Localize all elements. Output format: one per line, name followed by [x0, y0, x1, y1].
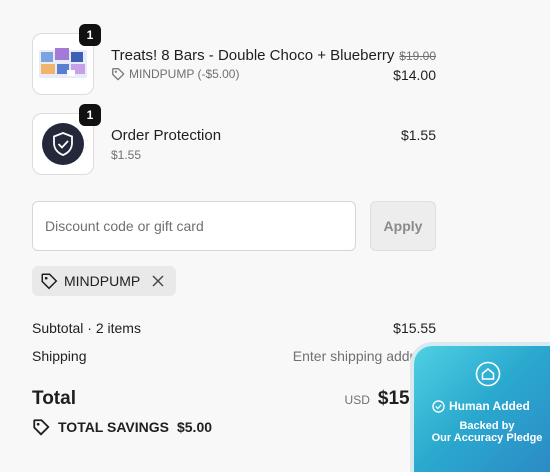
shipping-row: Shipping Enter shipping address [32, 348, 436, 364]
tag-icon [112, 68, 125, 81]
tag-icon [41, 273, 58, 290]
total-savings: TOTAL SAVINGS $5.00 [32, 418, 212, 436]
currency-label: USD [344, 393, 370, 407]
item-sub-price: $1.55 [111, 148, 142, 162]
item-name: Treats! 8 Bars - Double Choco + Blueberr… [111, 47, 395, 64]
total-row: Total USD $15.55 [32, 388, 436, 410]
accuracy-pledge-badge[interactable]: Human Added Backed by Our Accuracy Pledg… [410, 342, 550, 472]
item-price: $14.00 [393, 67, 436, 83]
check-circle-icon [432, 399, 445, 413]
discount-code-label: MINDPUMP (-$5.00) [129, 67, 240, 81]
product-thumbnail: 1 [32, 24, 101, 95]
tag-icon [33, 419, 50, 436]
item-name: Order Protection [111, 127, 222, 144]
item-original-price: $19.00 [399, 49, 436, 63]
badge-line-1: Backed by [459, 420, 515, 432]
quantity-badge: 1 [79, 104, 101, 126]
house-icon [475, 361, 501, 387]
apply-button[interactable]: Apply [370, 201, 436, 251]
subtotal-label: Subtotal · 2 items [32, 320, 141, 336]
badge-title: Human Added [432, 399, 530, 413]
product-thumbnail: 1 [32, 104, 101, 175]
total-label: Total [32, 388, 76, 409]
item-discount: MINDPUMP (-$5.00) [111, 67, 239, 81]
item-price: $1.55 [400, 127, 436, 143]
badge-title-text: Human Added [449, 399, 530, 413]
subtotal-row: Subtotal · 2 items $15.55 [32, 320, 436, 336]
shipping-label: Shipping [32, 348, 87, 364]
applied-discount-chip: MINDPUMP [32, 266, 177, 296]
badge-body: Human Added Backed by Our Accuracy Pledg… [414, 346, 550, 472]
discount-code-input[interactable]: Discount code or gift card [32, 201, 356, 251]
savings-label: TOTAL SAVINGS [58, 419, 169, 435]
savings-value: $5.00 [176, 419, 213, 435]
close-icon[interactable] [150, 273, 166, 289]
badge-line-2: Our Accuracy Pledge [431, 432, 543, 444]
quantity-badge: 1 [79, 24, 101, 46]
applied-code-label: MINDPUMP [64, 273, 141, 289]
subtotal-value: $15.55 [393, 320, 436, 336]
